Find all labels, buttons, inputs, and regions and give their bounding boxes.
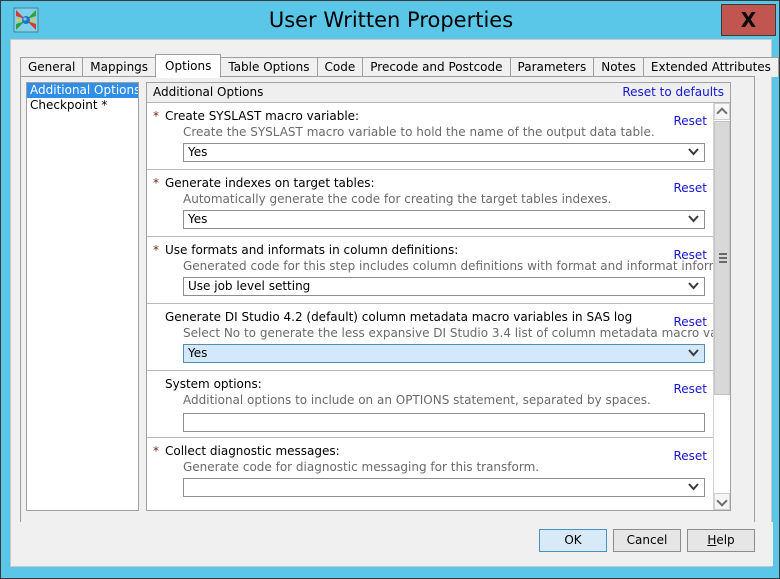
dropdown-value: Use job level setting [188, 279, 311, 293]
option-description: Additional options to include on an OPTI… [183, 393, 651, 407]
chevron-down-icon [688, 344, 699, 363]
dialog-client-area: General Mappings Options Table Options Code P… [10, 39, 779, 567]
scroll-up-button[interactable] [714, 103, 730, 120]
dropdown-value: Yes [188, 145, 208, 159]
chevron-down-icon [688, 143, 699, 162]
dropdown-value: Yes [188, 212, 208, 226]
option-description: Automatically generate the code for crea… [183, 192, 612, 206]
category-item[interactable]: Checkpoint * [27, 98, 138, 113]
options-panel-header: Additional Options Reset to defaults [147, 83, 730, 103]
scroll-down-button[interactable] [714, 493, 730, 510]
option-row: Generate DI Studio 4.2 (default) column … [147, 304, 730, 371]
option-text-input[interactable] [183, 412, 705, 432]
option-row: System options: Reset Additional options t… [147, 371, 715, 438]
option-label: Generate DI Studio 4.2 (default) column … [165, 310, 633, 324]
option-row: * Collect diagnostic messages: Reset Genera… [147, 438, 715, 504]
option-label: System options: [165, 377, 262, 391]
tab-bar: General Mappings Options Table Options Code P… [20, 53, 779, 78]
scrollbar-thumb[interactable] [714, 121, 730, 395]
help-button[interactable]: Help [687, 529, 755, 552]
option-control: Yes [183, 143, 705, 162]
option-label: Collect diagnostic messages: [165, 444, 340, 458]
tab-options[interactable]: Options [155, 54, 222, 78]
option-control: Yes [183, 344, 705, 363]
help-label-rest: elp [716, 533, 735, 547]
option-label: Generate indexes on target tables: [165, 176, 375, 190]
option-dropdown[interactable]: Yes [183, 210, 705, 229]
option-dropdown[interactable] [183, 478, 705, 497]
option-label-line: * Use formats and informats in column def… [147, 242, 715, 262]
option-control [183, 478, 705, 497]
chevron-down-icon [688, 478, 699, 497]
category-item[interactable]: Additional Options * [27, 83, 138, 98]
option-dropdown[interactable]: Yes [183, 143, 705, 162]
option-label-line: System options: Reset [147, 376, 715, 396]
close-button[interactable]: X [721, 4, 776, 36]
cancel-button[interactable]: Cancel [613, 529, 681, 552]
help-mnemonic: H [707, 533, 717, 547]
required-marker: * [153, 243, 159, 257]
title-bar: User Written Properties X [1, 1, 779, 39]
option-label-line: Generate DI Studio 4.2 (default) column … [147, 309, 715, 329]
reset-link[interactable]: Reset [673, 180, 707, 196]
tab-mappings[interactable]: Mappings [82, 57, 157, 77]
panel-title: Additional Options [153, 85, 264, 99]
required-marker: * [153, 176, 159, 190]
reset-link[interactable]: Reset [673, 247, 707, 263]
option-label: Use formats and informats in column defi… [165, 243, 459, 257]
reset-link[interactable]: Reset [673, 314, 707, 330]
option-label-line: * Collect diagnostic messages: Reset [147, 443, 715, 463]
dropdown-value: Yes [188, 346, 208, 360]
tab-general[interactable]: General [20, 57, 84, 77]
option-dropdown[interactable]: Use job level setting [183, 277, 705, 296]
options-panel: Additional Options Reset to defaults * Cr… [146, 82, 731, 511]
tab-page-options: Additional Options * Checkpoint * Additio… [20, 76, 755, 524]
chevron-down-icon [718, 498, 726, 506]
option-control: Use job level setting [183, 277, 705, 296]
scrollbar-grip-icon [719, 253, 727, 263]
required-marker: * [153, 109, 159, 123]
options-scroll-area: * Create SYSLAST macro variable: Reset Crea… [147, 103, 730, 510]
tab-code[interactable]: Code [316, 57, 364, 77]
tab-parameters[interactable]: Parameters [509, 57, 595, 77]
dialog-window: User Written Properties X General Mapping… [0, 0, 780, 579]
reset-link[interactable]: Reset [673, 448, 707, 464]
required-marker: * [153, 444, 159, 458]
options-list: * Create SYSLAST macro variable: Reset Crea… [147, 103, 730, 504]
tab-notes[interactable]: Notes [593, 57, 644, 77]
option-row: * Create SYSLAST macro variable: Reset Crea… [147, 103, 715, 170]
reset-link[interactable]: Reset [673, 113, 707, 129]
option-row: * Use formats and informats in column def… [147, 237, 730, 304]
vertical-scrollbar[interactable] [713, 103, 730, 510]
chevron-down-icon [688, 277, 699, 296]
window-title: User Written Properties [268, 8, 514, 32]
dialog-button-bar: OK Cancel Help [11, 522, 773, 566]
option-dropdown[interactable]: Yes [183, 344, 705, 363]
option-description: Generate code for diagnostic messaging f… [183, 460, 540, 474]
reset-link[interactable]: Reset [673, 381, 707, 397]
ok-button[interactable]: OK [539, 529, 607, 552]
option-label-line: * Generate indexes on target tables: Reset [147, 175, 715, 195]
tab-table-options[interactable]: Table Options [220, 57, 318, 77]
option-label: Create SYSLAST macro variable: [165, 109, 360, 123]
option-control [183, 411, 705, 432]
chevron-down-icon [688, 210, 699, 229]
category-list[interactable]: Additional Options * Checkpoint * [26, 82, 139, 511]
option-label-line: * Create SYSLAST macro variable: Reset [147, 108, 715, 128]
tab-precode-and-postcode[interactable]: Precode and Postcode [362, 57, 511, 77]
tab-extended-attributes[interactable]: Extended Attributes [642, 57, 779, 77]
option-description: Select No to generate the less expansive… [183, 326, 730, 340]
option-row: * Generate indexes on target tables: Reset… [147, 170, 715, 237]
chevron-up-icon [718, 108, 726, 116]
option-description: Create the SYSLAST macro variable to hol… [183, 125, 655, 139]
option-description: Generated code for this step includes co… [183, 259, 730, 273]
option-control: Yes [183, 210, 705, 229]
reset-to-defaults-link[interactable]: Reset to defaults [622, 85, 724, 99]
